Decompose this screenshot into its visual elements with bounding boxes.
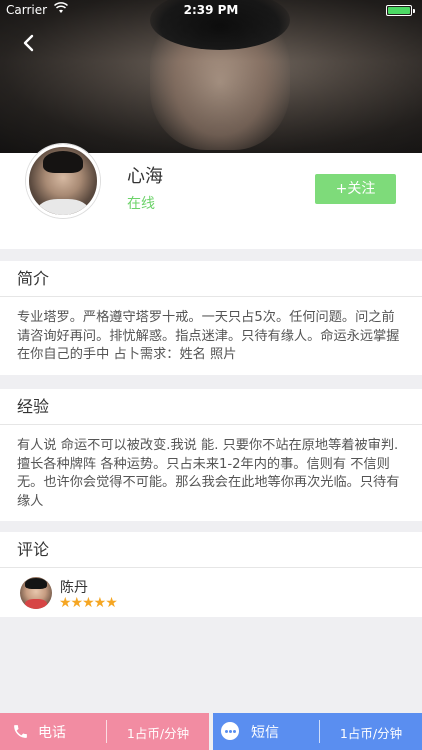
chevron-left-icon (23, 34, 34, 52)
cover-photo (0, 0, 422, 153)
intro-section: 简介 专业塔罗。严格遵守塔罗十戒。一天只占5次。任何问题。问之前请咨询好再问。排… (0, 261, 422, 375)
chat-bubble-icon (221, 722, 239, 740)
intro-text: 专业塔罗。严格遵守塔罗十戒。一天只占5次。任何问题。问之前请咨询好再问。排忧解惑… (17, 310, 400, 362)
profile-avatar[interactable] (26, 144, 100, 218)
profile-name: 心海 (127, 166, 163, 187)
star-rating: ★★★★★ (59, 595, 118, 611)
follow-button[interactable]: +关注 (315, 174, 396, 204)
bottom-action-bar: 电话 1占币/分钟 短信 1占币/分钟 (0, 713, 422, 750)
intro-title: 简介 (0, 261, 422, 297)
sms-button[interactable]: 短信 1占币/分钟 (213, 713, 422, 750)
call-button[interactable]: 电话 1占币/分钟 (0, 713, 209, 750)
review-item[interactable]: 陈丹 ★★★★★ (0, 568, 422, 618)
clock: 2:39 PM (183, 3, 239, 17)
experience-title: 经验 (0, 389, 422, 425)
battery-icon (386, 5, 415, 16)
status-bar: Carrier 2:39 PM (0, 0, 422, 22)
call-label: 电话 (38, 725, 66, 741)
reviews-section: 评论 陈丹 ★★★★★ (0, 532, 422, 617)
online-status: 在线 (127, 196, 155, 212)
cover-shade (0, 0, 422, 153)
call-price: 1占币/分钟 (126, 726, 190, 741)
reviews-title: 评论 (0, 532, 422, 568)
sms-price: 1占币/分钟 (339, 726, 403, 741)
sms-label: 短信 (251, 725, 279, 741)
experience-text: 有人说 命运不可以被改变.我说 能. 只要你不站在原地等着被审判. 擅长各种牌阵… (17, 438, 400, 509)
back-button[interactable] (16, 30, 42, 56)
phone-icon (14, 725, 27, 738)
reviewer-avatar (20, 577, 52, 609)
experience-section: 经验 有人说 命运不可以被改变.我说 能. 只要你不站在原地等着被审判. 擅长各… (0, 389, 422, 521)
reviewer-name: 陈丹 (60, 580, 88, 596)
profile-card: 心海 在线 +关注 (0, 144, 422, 249)
